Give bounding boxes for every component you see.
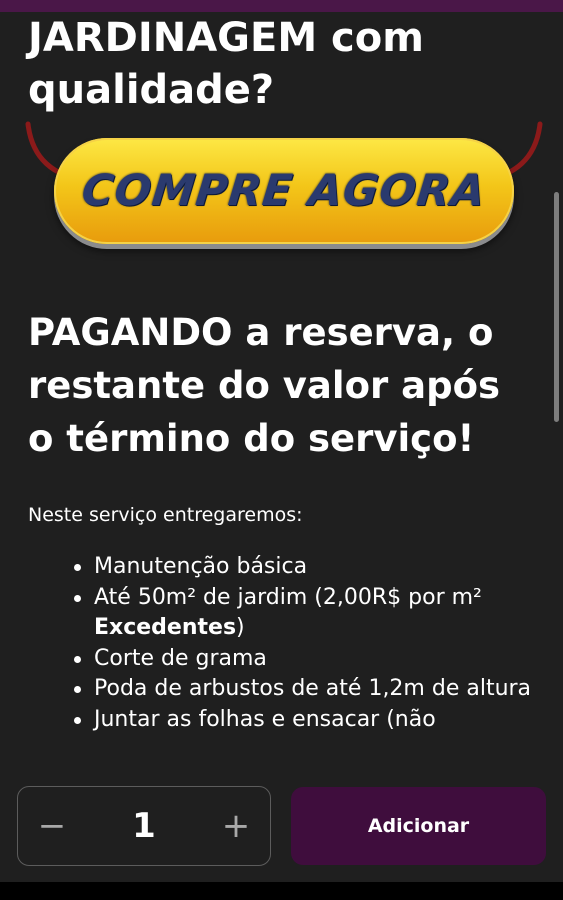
headline-gardening: JARDINAGEM com qualidade? — [28, 15, 424, 113]
excedentes-bold: Excedentes — [94, 615, 237, 640]
list-item: Poda de arbustos de até 1,2m de altura — [74, 674, 563, 705]
list-item: Juntar as folhas e ensacar (não — [74, 705, 563, 736]
compre-agora-label: COMPRE AGORA — [79, 166, 489, 216]
increase-quantity-button[interactable]: + — [206, 787, 266, 865]
feature-list: Manutenção básica Até 50m² de jardim (2,… — [28, 552, 563, 735]
service-intro: Neste serviço entregaremos: — [28, 504, 303, 526]
list-item: Até 50m² de jardim (2,00R$ por m² Excede… — [74, 583, 563, 644]
payment-headline: PAGANDO a reserva, o restante do valor a… — [28, 311, 501, 460]
purchase-bar: − 1 + Adicionar — [0, 770, 563, 882]
list-item: Manutenção básica — [74, 552, 563, 583]
product-description: JARDINAGEM com qualidade? COMPRE AGORA P… — [0, 0, 563, 770]
cta-banner[interactable]: COMPRE AGORA — [24, 118, 544, 258]
quantity-stepper: − 1 + — [17, 786, 271, 866]
list-item: Corte de grama — [74, 644, 563, 675]
add-to-cart-button[interactable]: Adicionar — [291, 787, 546, 865]
quantity-value: 1 — [132, 806, 156, 846]
compre-agora-button[interactable]: COMPRE AGORA — [54, 138, 514, 244]
scrollbar[interactable] — [554, 192, 559, 422]
decrease-quantity-button[interactable]: − — [22, 787, 82, 865]
system-nav-bar — [0, 882, 563, 900]
